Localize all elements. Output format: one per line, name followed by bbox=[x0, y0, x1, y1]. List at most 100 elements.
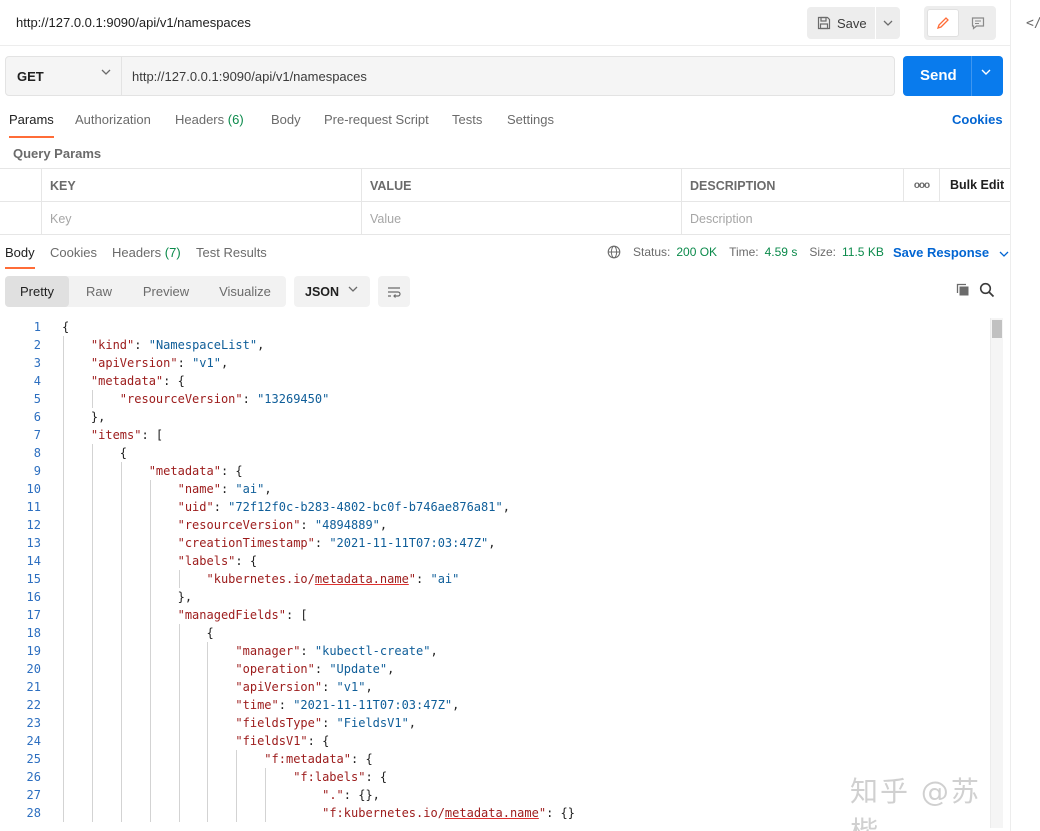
code-line: 15 "kubernetes.io/metadata.name": "ai" bbox=[0, 570, 990, 588]
code-text: }, bbox=[62, 590, 193, 604]
code-text: "metadata": { bbox=[90, 374, 185, 388]
view-mode-toggle bbox=[924, 6, 996, 40]
format-visualize[interactable]: Visualize bbox=[205, 276, 285, 307]
tab-params[interactable]: Params bbox=[9, 112, 54, 138]
format-pretty[interactable]: Pretty bbox=[5, 276, 69, 307]
cookies-link[interactable]: Cookies bbox=[952, 112, 1003, 127]
pencil-icon bbox=[936, 17, 949, 30]
url-bar: GET http://127.0.0.1:9090/api/v1/namespa… bbox=[5, 56, 895, 96]
request-title-bar: http://127.0.0.1:9090/api/v1/namespaces … bbox=[0, 0, 1010, 46]
more-options-button[interactable]: ooo bbox=[904, 169, 940, 202]
line-number: 6 bbox=[33, 410, 41, 424]
comments-button[interactable] bbox=[962, 9, 994, 37]
copy-icon[interactable] bbox=[955, 282, 971, 298]
send-label: Send bbox=[920, 67, 957, 84]
line-number: 12 bbox=[26, 518, 41, 532]
save-label: Save bbox=[837, 15, 867, 31]
size-value[interactable]: 11.5 KB bbox=[842, 245, 884, 259]
method-select[interactable]: GET bbox=[6, 57, 122, 95]
request-title[interactable]: http://127.0.0.1:9090/api/v1/namespaces bbox=[16, 15, 251, 30]
response-body-editor[interactable]: 1{2 "kind": "NamespaceList", 3 "apiVersio… bbox=[0, 316, 1004, 831]
code-text: "kind": "NamespaceList", bbox=[90, 338, 265, 352]
language-select[interactable]: JSON bbox=[294, 276, 370, 307]
key-input[interactable]: Key bbox=[42, 202, 362, 235]
params-header-row: KEY VALUE DESCRIPTION ooo Bulk Edit bbox=[0, 169, 1010, 202]
line-number: 21 bbox=[26, 680, 41, 694]
line-number: 17 bbox=[26, 608, 41, 622]
code-line: 17 "managedFields": [ bbox=[0, 606, 990, 624]
send-button[interactable]: Send bbox=[903, 56, 1003, 96]
format-preview[interactable]: Preview bbox=[131, 276, 201, 307]
code-line: 28 "f:kubernetes.io/metadata.name": {} bbox=[0, 804, 990, 822]
bulk-edit-button[interactable]: Bulk Edit bbox=[950, 178, 1004, 192]
value-input[interactable]: Value bbox=[362, 202, 682, 235]
code-line: 8 { bbox=[0, 444, 990, 462]
edit-mode-button[interactable] bbox=[927, 9, 959, 37]
checkbox-cell bbox=[0, 202, 42, 235]
code-text: { bbox=[62, 626, 214, 640]
line-number: 26 bbox=[26, 770, 41, 784]
description-input[interactable]: Description bbox=[682, 202, 1010, 235]
line-number: 13 bbox=[26, 536, 41, 550]
line-number: 5 bbox=[33, 392, 41, 406]
column-header-key: KEY bbox=[42, 169, 362, 202]
tab-body[interactable]: Body bbox=[271, 112, 301, 127]
tab-settings[interactable]: Settings bbox=[507, 112, 554, 127]
code-line: 24 "fieldsV1": { bbox=[0, 732, 990, 750]
indent-guide bbox=[91, 444, 93, 822]
line-number: 23 bbox=[26, 716, 41, 730]
indent-guide bbox=[91, 390, 93, 408]
code-text: ".": {}, bbox=[322, 788, 380, 802]
tab-pre-request-script[interactable]: Pre-request Script bbox=[324, 112, 429, 127]
tab-response-headers[interactable]: Headers (7) bbox=[112, 245, 181, 260]
save-button[interactable]: Save bbox=[807, 7, 875, 39]
editor-scrollbar[interactable] bbox=[990, 318, 1003, 828]
code-text: "f:kubernetes.io/metadata.name": {} bbox=[322, 806, 575, 820]
url-input[interactable]: http://127.0.0.1:9090/api/v1/namespaces bbox=[132, 69, 367, 84]
tab-response-body[interactable]: Body bbox=[5, 245, 35, 269]
code-line: 5 "resourceVersion": "13269450" bbox=[0, 390, 990, 408]
tab-headers[interactable]: Headers (6) bbox=[175, 112, 244, 127]
line-number: 24 bbox=[26, 734, 41, 748]
format-raw[interactable]: Raw bbox=[71, 276, 127, 307]
right-sidebar: </> bbox=[1010, 0, 1040, 831]
code-text: "resourceVersion": "13269450" bbox=[119, 392, 330, 406]
line-number: 8 bbox=[33, 446, 41, 460]
line-number: 16 bbox=[26, 590, 41, 604]
code-line: 9 "metadata": { bbox=[0, 462, 990, 480]
chevron-down-icon bbox=[101, 69, 111, 75]
code-snippet-icon[interactable]: </> bbox=[1026, 16, 1040, 31]
params-table: KEY VALUE DESCRIPTION ooo Bulk Edit Key … bbox=[0, 168, 1010, 235]
wrap-lines-button[interactable] bbox=[378, 276, 410, 307]
save-response-button[interactable]: Save Response bbox=[893, 245, 1009, 260]
headers-count: (6) bbox=[227, 112, 244, 127]
indent-guide bbox=[120, 462, 122, 822]
search-icon[interactable] bbox=[979, 282, 995, 298]
postman-main-panel: http://127.0.0.1:9090/api/v1/namespaces … bbox=[0, 0, 1010, 831]
scrollbar-thumb[interactable] bbox=[992, 320, 1002, 338]
query-params-title: Query Params bbox=[13, 146, 102, 161]
indent-guide bbox=[149, 480, 151, 822]
line-number: 1 bbox=[33, 320, 41, 334]
indent-guide bbox=[63, 336, 64, 822]
code-line: 6 }, bbox=[0, 408, 990, 426]
code-text: "operation": "Update", bbox=[235, 662, 395, 676]
code-line: 21 "apiVersion": "v1", bbox=[0, 678, 990, 696]
tab-tests[interactable]: Tests bbox=[452, 112, 482, 127]
tab-test-results[interactable]: Test Results bbox=[196, 245, 267, 260]
line-number: 25 bbox=[26, 752, 41, 766]
tab-response-cookies[interactable]: Cookies bbox=[50, 245, 97, 260]
status-value[interactable]: 200 OK bbox=[676, 245, 717, 259]
line-number: 2 bbox=[33, 338, 41, 352]
save-options-button[interactable] bbox=[876, 7, 900, 39]
line-number: 28 bbox=[26, 806, 41, 820]
globe-icon[interactable] bbox=[607, 245, 621, 259]
line-number: 10 bbox=[26, 482, 41, 496]
tab-authorization[interactable]: Authorization bbox=[75, 112, 151, 127]
time-value[interactable]: 4.59 s bbox=[765, 245, 798, 259]
params-input-row: Key Value Description bbox=[0, 202, 1010, 235]
code-line: 25 "f:metadata": { bbox=[0, 750, 990, 768]
code-text: "items": [ bbox=[90, 428, 164, 442]
chevron-down-icon[interactable] bbox=[981, 69, 991, 75]
column-header-description: DESCRIPTION bbox=[682, 169, 904, 202]
